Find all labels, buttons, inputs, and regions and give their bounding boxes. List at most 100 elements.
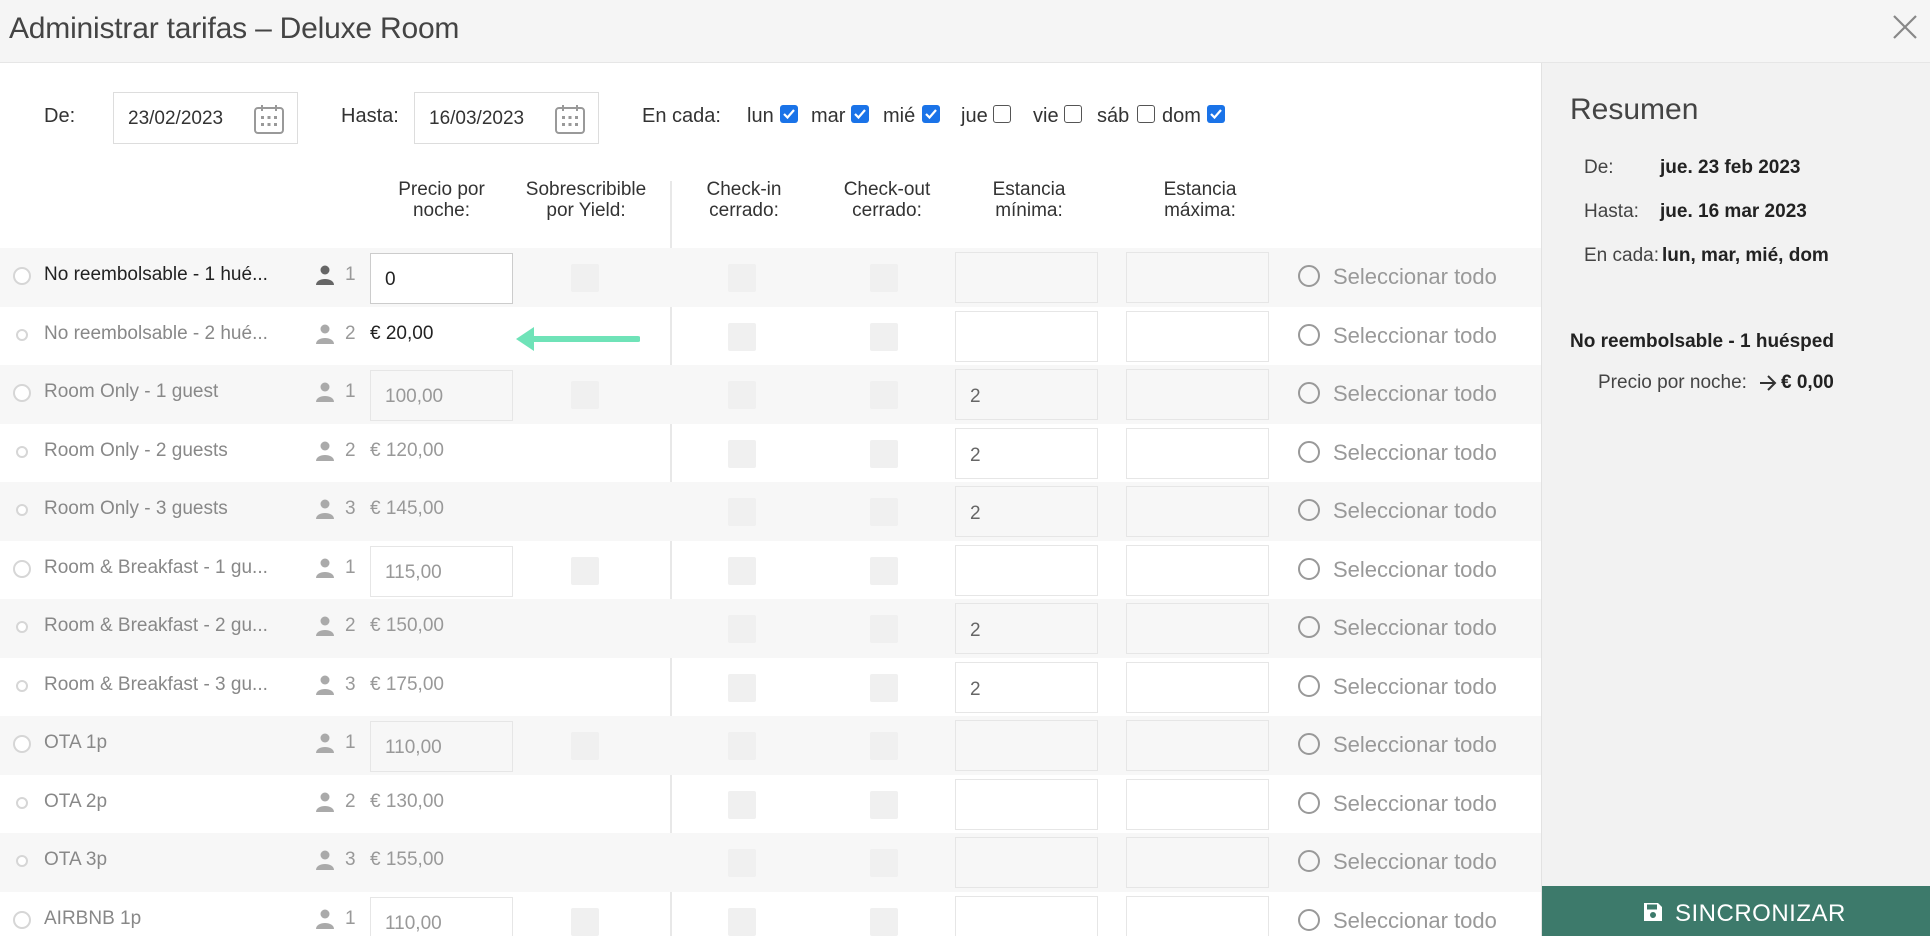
select-all-link[interactable]: Seleccionar todo xyxy=(1333,440,1497,466)
checkout-closed-checkbox[interactable] xyxy=(870,849,898,877)
select-all-radio[interactable] xyxy=(1298,616,1320,638)
checkout-closed-checkbox[interactable] xyxy=(870,556,898,585)
checkout-closed-checkbox[interactable] xyxy=(870,673,898,702)
checkin-closed-checkbox[interactable] xyxy=(728,322,756,351)
select-all-radio[interactable] xyxy=(1298,382,1320,404)
close-button[interactable] xyxy=(1890,12,1920,42)
calendar-icon[interactable] xyxy=(554,103,586,135)
weekday-checkbox[interactable] xyxy=(1207,105,1225,123)
checkin-closed-checkbox[interactable] xyxy=(728,615,756,643)
min-stay-input[interactable] xyxy=(955,310,1098,362)
select-all-radio[interactable] xyxy=(1298,557,1320,580)
checkout-closed-checkbox[interactable] xyxy=(870,439,898,468)
checkout-closed-checkbox[interactable] xyxy=(870,264,898,292)
select-all-link[interactable]: Seleccionar todo xyxy=(1333,674,1497,700)
max-stay-input[interactable] xyxy=(1126,544,1269,596)
min-stay-input[interactable] xyxy=(955,252,1098,303)
rate-name[interactable]: Room & Breakfast - 3 gu... xyxy=(44,674,268,696)
max-stay-input[interactable] xyxy=(1126,895,1269,936)
rate-name[interactable]: Room Only - 1 guest xyxy=(44,381,218,403)
from-date-input[interactable]: 23/02/2023 xyxy=(113,92,298,144)
checkout-closed-checkbox[interactable] xyxy=(870,381,898,409)
max-stay-input[interactable] xyxy=(1126,778,1269,830)
select-all-link[interactable]: Seleccionar todo xyxy=(1333,381,1497,407)
rate-name[interactable]: Room Only - 2 guests xyxy=(44,440,228,462)
max-stay-input[interactable] xyxy=(1126,661,1269,713)
select-all-radio[interactable] xyxy=(1298,265,1320,287)
yield-checkbox[interactable] xyxy=(571,732,599,760)
max-stay-input[interactable] xyxy=(1126,486,1269,537)
weekday-checkbox[interactable] xyxy=(922,105,940,123)
select-all-link[interactable]: Seleccionar todo xyxy=(1333,264,1497,290)
select-all-link[interactable]: Seleccionar todo xyxy=(1333,732,1497,758)
yield-checkbox[interactable] xyxy=(571,907,599,936)
min-stay-input[interactable]: 2 xyxy=(955,427,1098,479)
select-all-radio[interactable] xyxy=(1298,440,1320,463)
checkout-closed-checkbox[interactable] xyxy=(870,790,898,819)
checkin-closed-checkbox[interactable] xyxy=(728,381,756,409)
rate-name[interactable]: OTA 1p xyxy=(44,732,107,754)
checkin-closed-checkbox[interactable] xyxy=(728,907,756,936)
checkin-closed-checkbox[interactable] xyxy=(728,732,756,760)
sync-button[interactable]: SINCRONIZAR xyxy=(1542,886,1930,936)
max-stay-input[interactable] xyxy=(1126,369,1269,420)
rate-name[interactable]: Room Only - 3 guests xyxy=(44,498,228,520)
select-all-link[interactable]: Seleccionar todo xyxy=(1333,557,1497,583)
rate-name[interactable]: Room & Breakfast - 1 gu... xyxy=(44,557,268,579)
max-stay-input[interactable] xyxy=(1126,310,1269,362)
checkin-closed-checkbox[interactable] xyxy=(728,439,756,468)
min-stay-input[interactable] xyxy=(955,720,1098,771)
checkout-closed-checkbox[interactable] xyxy=(870,615,898,643)
select-all-link[interactable]: Seleccionar todo xyxy=(1333,908,1497,934)
weekday-checkbox[interactable] xyxy=(1137,105,1155,123)
min-stay-input[interactable]: 2 xyxy=(955,486,1098,537)
rate-name[interactable]: OTA 3p xyxy=(44,849,107,871)
checkin-closed-checkbox[interactable] xyxy=(728,849,756,877)
checkin-closed-checkbox[interactable] xyxy=(728,556,756,585)
select-all-radio[interactable] xyxy=(1298,674,1320,697)
min-stay-input[interactable] xyxy=(955,778,1098,830)
max-stay-input[interactable] xyxy=(1126,837,1269,888)
select-all-link[interactable]: Seleccionar todo xyxy=(1333,323,1497,349)
checkout-closed-checkbox[interactable] xyxy=(870,732,898,760)
select-all-radio[interactable] xyxy=(1298,733,1320,755)
checkin-closed-checkbox[interactable] xyxy=(728,264,756,292)
min-stay-input[interactable] xyxy=(955,895,1098,936)
checkin-closed-checkbox[interactable] xyxy=(728,790,756,819)
min-stay-input[interactable]: 2 xyxy=(955,369,1098,420)
checkout-closed-checkbox[interactable] xyxy=(870,322,898,351)
min-stay-input[interactable]: 2 xyxy=(955,661,1098,713)
select-all-radio[interactable] xyxy=(1298,499,1320,521)
to-date-input[interactable]: 16/03/2023 xyxy=(414,92,599,144)
rate-name[interactable]: AIRBNB 1p xyxy=(44,908,141,930)
yield-checkbox[interactable] xyxy=(571,264,599,292)
select-all-radio[interactable] xyxy=(1298,791,1320,814)
checkin-closed-checkbox[interactable] xyxy=(728,498,756,526)
weekday-checkbox[interactable] xyxy=(1064,105,1082,123)
yield-checkbox[interactable] xyxy=(571,381,599,409)
rate-name[interactable]: Room & Breakfast - 2 gu... xyxy=(44,615,268,637)
rate-name[interactable]: No reembolsable - 1 hué... xyxy=(44,264,268,286)
checkin-closed-checkbox[interactable] xyxy=(728,673,756,702)
max-stay-input[interactable] xyxy=(1126,252,1269,303)
select-all-link[interactable]: Seleccionar todo xyxy=(1333,791,1497,817)
rate-name[interactable]: No reembolsable - 2 hué... xyxy=(44,323,268,345)
select-all-radio[interactable] xyxy=(1298,908,1320,931)
calendar-icon[interactable] xyxy=(253,103,285,135)
checkout-closed-checkbox[interactable] xyxy=(870,907,898,936)
select-all-link[interactable]: Seleccionar todo xyxy=(1333,615,1497,641)
min-stay-input[interactable] xyxy=(955,837,1098,888)
weekday-checkbox[interactable] xyxy=(780,105,798,123)
max-stay-input[interactable] xyxy=(1126,603,1269,654)
select-all-radio[interactable] xyxy=(1298,850,1320,872)
checkout-closed-checkbox[interactable] xyxy=(870,498,898,526)
select-all-link[interactable]: Seleccionar todo xyxy=(1333,849,1497,875)
weekday-checkbox[interactable] xyxy=(993,105,1011,123)
max-stay-input[interactable] xyxy=(1126,427,1269,479)
min-stay-input[interactable]: 2 xyxy=(955,603,1098,654)
select-all-link[interactable]: Seleccionar todo xyxy=(1333,498,1497,524)
yield-checkbox[interactable] xyxy=(571,556,599,585)
max-stay-input[interactable] xyxy=(1126,720,1269,771)
min-stay-input[interactable] xyxy=(955,544,1098,596)
weekday-checkbox[interactable] xyxy=(851,105,869,123)
